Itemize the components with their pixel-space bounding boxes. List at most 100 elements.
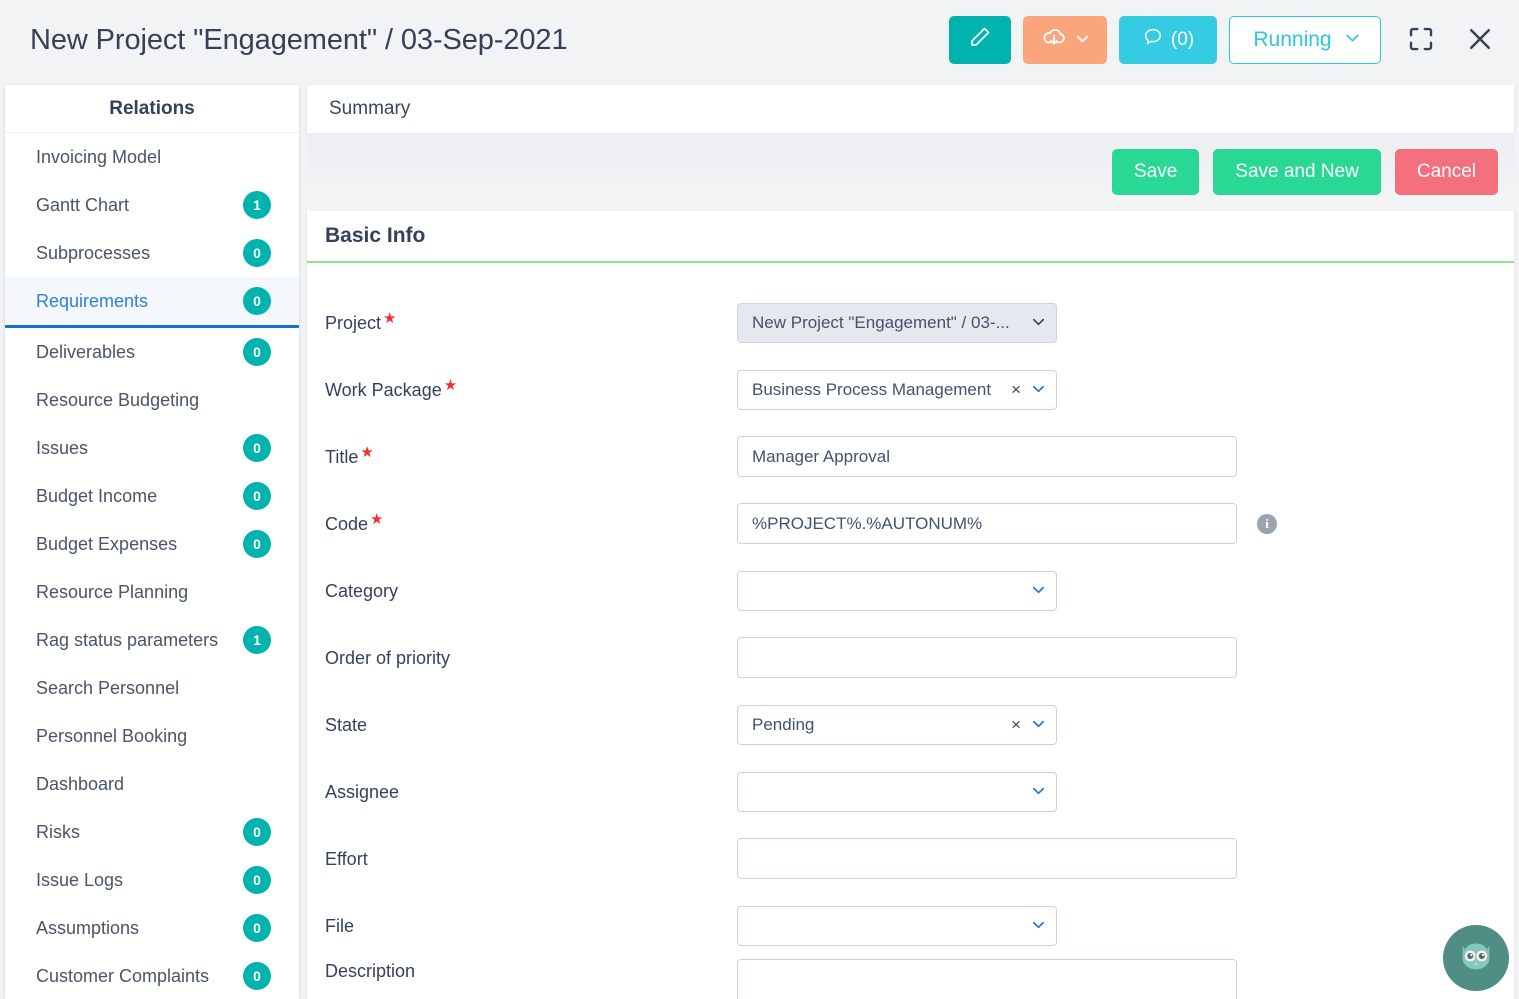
field-control-work-package: Business Process Management × [737, 369, 1057, 410]
chevron-down-icon[interactable] [1031, 381, 1046, 399]
sidebar-item-badge: 0 [243, 818, 271, 846]
page-title: New Project "Engagement" / 03-Sep-2021 [30, 23, 568, 56]
sidebar-item-subprocesses[interactable]: Subprocesses 0 [5, 229, 299, 277]
chevron-down-icon[interactable] [1031, 917, 1046, 935]
tab-summary[interactable]: Summary [325, 98, 414, 120]
field-label-assignee: Assignee [325, 780, 737, 803]
save-button[interactable]: Save [1111, 149, 1200, 195]
close-button[interactable] [1463, 23, 1497, 57]
sidebar-item-resource-budgeting[interactable]: Resource Budgeting [5, 376, 299, 424]
input-order-of-priority[interactable] [737, 637, 1237, 678]
sidebar-item-issue-logs[interactable]: Issue Logs 0 [5, 856, 299, 904]
input-title[interactable] [737, 436, 1237, 477]
required-star-icon: ★ [443, 377, 458, 394]
comment-icon [1142, 26, 1164, 54]
input-effort[interactable] [737, 838, 1237, 879]
save-and-new-button[interactable]: Save and New [1213, 149, 1381, 195]
sidebar-item-assumptions[interactable]: Assumptions 0 [5, 904, 299, 952]
sidebar-item-deliverables[interactable]: Deliverables 0 [5, 328, 299, 376]
field-label-order-of-priority: Order of priority [325, 646, 737, 669]
sidebar-item-search-personnel[interactable]: Search Personnel [5, 664, 299, 712]
select-assignee[interactable] [737, 771, 1057, 812]
sidebar-item-rag-status-parameters[interactable]: Rag status parameters 1 [5, 616, 299, 664]
textarea-description[interactable] [737, 959, 1237, 999]
field-label-code: Code ★ [325, 512, 737, 535]
sidebar-item-invoicing-model[interactable]: Invoicing Model [5, 133, 299, 181]
form-row-state: State Pending × [325, 691, 1514, 758]
chevron-down-icon [1075, 29, 1090, 52]
chat-assistant-button[interactable] [1443, 925, 1509, 991]
form-row-category: Category [325, 557, 1514, 624]
field-label-text: Work Package [325, 380, 442, 400]
sidebar-item-personnel-booking[interactable]: Personnel Booking [5, 712, 299, 760]
info-icon[interactable]: i [1257, 513, 1277, 534]
field-label-work-package: Work Package ★ [325, 378, 737, 401]
sidebar-item-badge: 0 [243, 434, 271, 462]
status-label: Running [1253, 28, 1332, 51]
download-button[interactable] [1023, 16, 1107, 64]
chevron-down-icon[interactable] [1031, 314, 1046, 332]
sidebar-item-label: Issues [36, 437, 89, 458]
sidebar-item-label: Budget Expenses [36, 533, 178, 554]
clear-icon[interactable]: × [1011, 715, 1021, 735]
top-bar: New Project "Engagement" / 03-Sep-2021 (… [0, 0, 1519, 80]
field-label-text: Description [325, 961, 416, 981]
select-work-package[interactable]: Business Process Management × [737, 369, 1057, 410]
field-label-project: Project ★ [325, 311, 737, 334]
edit-button[interactable] [949, 16, 1011, 64]
sidebar-item-customer-complaints[interactable]: Customer Complaints 0 [5, 952, 299, 999]
form-row-work-package: Work Package ★ Business Process Management… [325, 356, 1514, 423]
comments-button[interactable]: (0) [1119, 16, 1217, 64]
sidebar-item-label: Requirements [36, 290, 149, 311]
sidebar-item-budget-income[interactable]: Budget Income 0 [5, 472, 299, 520]
sidebar-item-risks[interactable]: Risks 0 [5, 808, 299, 856]
sidebar-item-resource-planning[interactable]: Resource Planning [5, 568, 299, 616]
field-control-project: New Project "Engagement" / 03-... [737, 302, 1057, 343]
basic-info-card: Basic Info Project ★ New Project "Engageme… [307, 211, 1514, 999]
sidebar-item-badge: 0 [243, 530, 271, 558]
field-label-description: Description [325, 959, 737, 982]
clear-icon[interactable]: × [1011, 380, 1021, 400]
cancel-button[interactable]: Cancel [1394, 149, 1498, 195]
sidebar-item-label: Assumptions [36, 917, 140, 938]
workspace: Relations Invoicing Model Gantt Chart 1 Sub… [0, 80, 1519, 999]
sidebar-item-dashboard[interactable]: Dashboard [5, 760, 299, 808]
sidebar-item-issues[interactable]: Issues 0 [5, 424, 299, 472]
sidebar-item-label: Personnel Booking [36, 725, 188, 746]
chevron-down-icon[interactable] [1031, 716, 1046, 734]
sidebar-item-label: Invoicing Model [36, 146, 162, 167]
chevron-down-icon[interactable] [1031, 582, 1046, 600]
fullscreen-button[interactable] [1403, 22, 1439, 58]
sidebar-item-label: Customer Complaints [36, 965, 210, 986]
main-panel: Summary Save Save and New Cancel Basic I… [307, 85, 1514, 999]
sidebar-item-label: Resource Budgeting [36, 389, 200, 410]
input-code[interactable] [737, 503, 1237, 544]
sidebar-item-label: Search Personnel [36, 677, 180, 698]
field-label-text: Assignee [325, 782, 400, 802]
select-file[interactable] [737, 905, 1057, 946]
field-label-effort: Effort [325, 847, 737, 870]
field-control-state: Pending × [737, 704, 1057, 745]
sidebar-item-label: Dashboard [36, 773, 125, 794]
status-dropdown[interactable]: Running [1229, 16, 1381, 64]
field-label-text: File [325, 916, 355, 936]
sidebar-item-label: Gantt Chart [36, 194, 130, 215]
sidebar-item-badge: 0 [243, 287, 271, 315]
select-category[interactable] [737, 570, 1057, 611]
sidebar-item-badge: 1 [243, 626, 271, 654]
sidebar-item-badge: 1 [243, 191, 271, 219]
sidebar-item-requirements[interactable]: Requirements 0 [5, 277, 299, 328]
select-state[interactable]: Pending × [737, 704, 1057, 745]
comments-count: (0) [1170, 29, 1195, 50]
field-label-text: Title [325, 447, 359, 467]
form-row-code: Code★ i [325, 490, 1514, 557]
form-row-title: Title ★ [325, 423, 1514, 490]
sidebar-item-badge: 0 [243, 866, 271, 894]
field-label-category: Category [325, 579, 737, 602]
sidebar-item-label: Issue Logs [36, 869, 124, 890]
field-label-text: State [325, 715, 368, 735]
sidebar-item-gantt-chart[interactable]: Gantt Chart 1 [5, 181, 299, 229]
select-project[interactable]: New Project "Engagement" / 03-... [737, 302, 1057, 343]
sidebar-item-budget-expenses[interactable]: Budget Expenses 0 [5, 520, 299, 568]
chevron-down-icon[interactable] [1031, 783, 1046, 801]
